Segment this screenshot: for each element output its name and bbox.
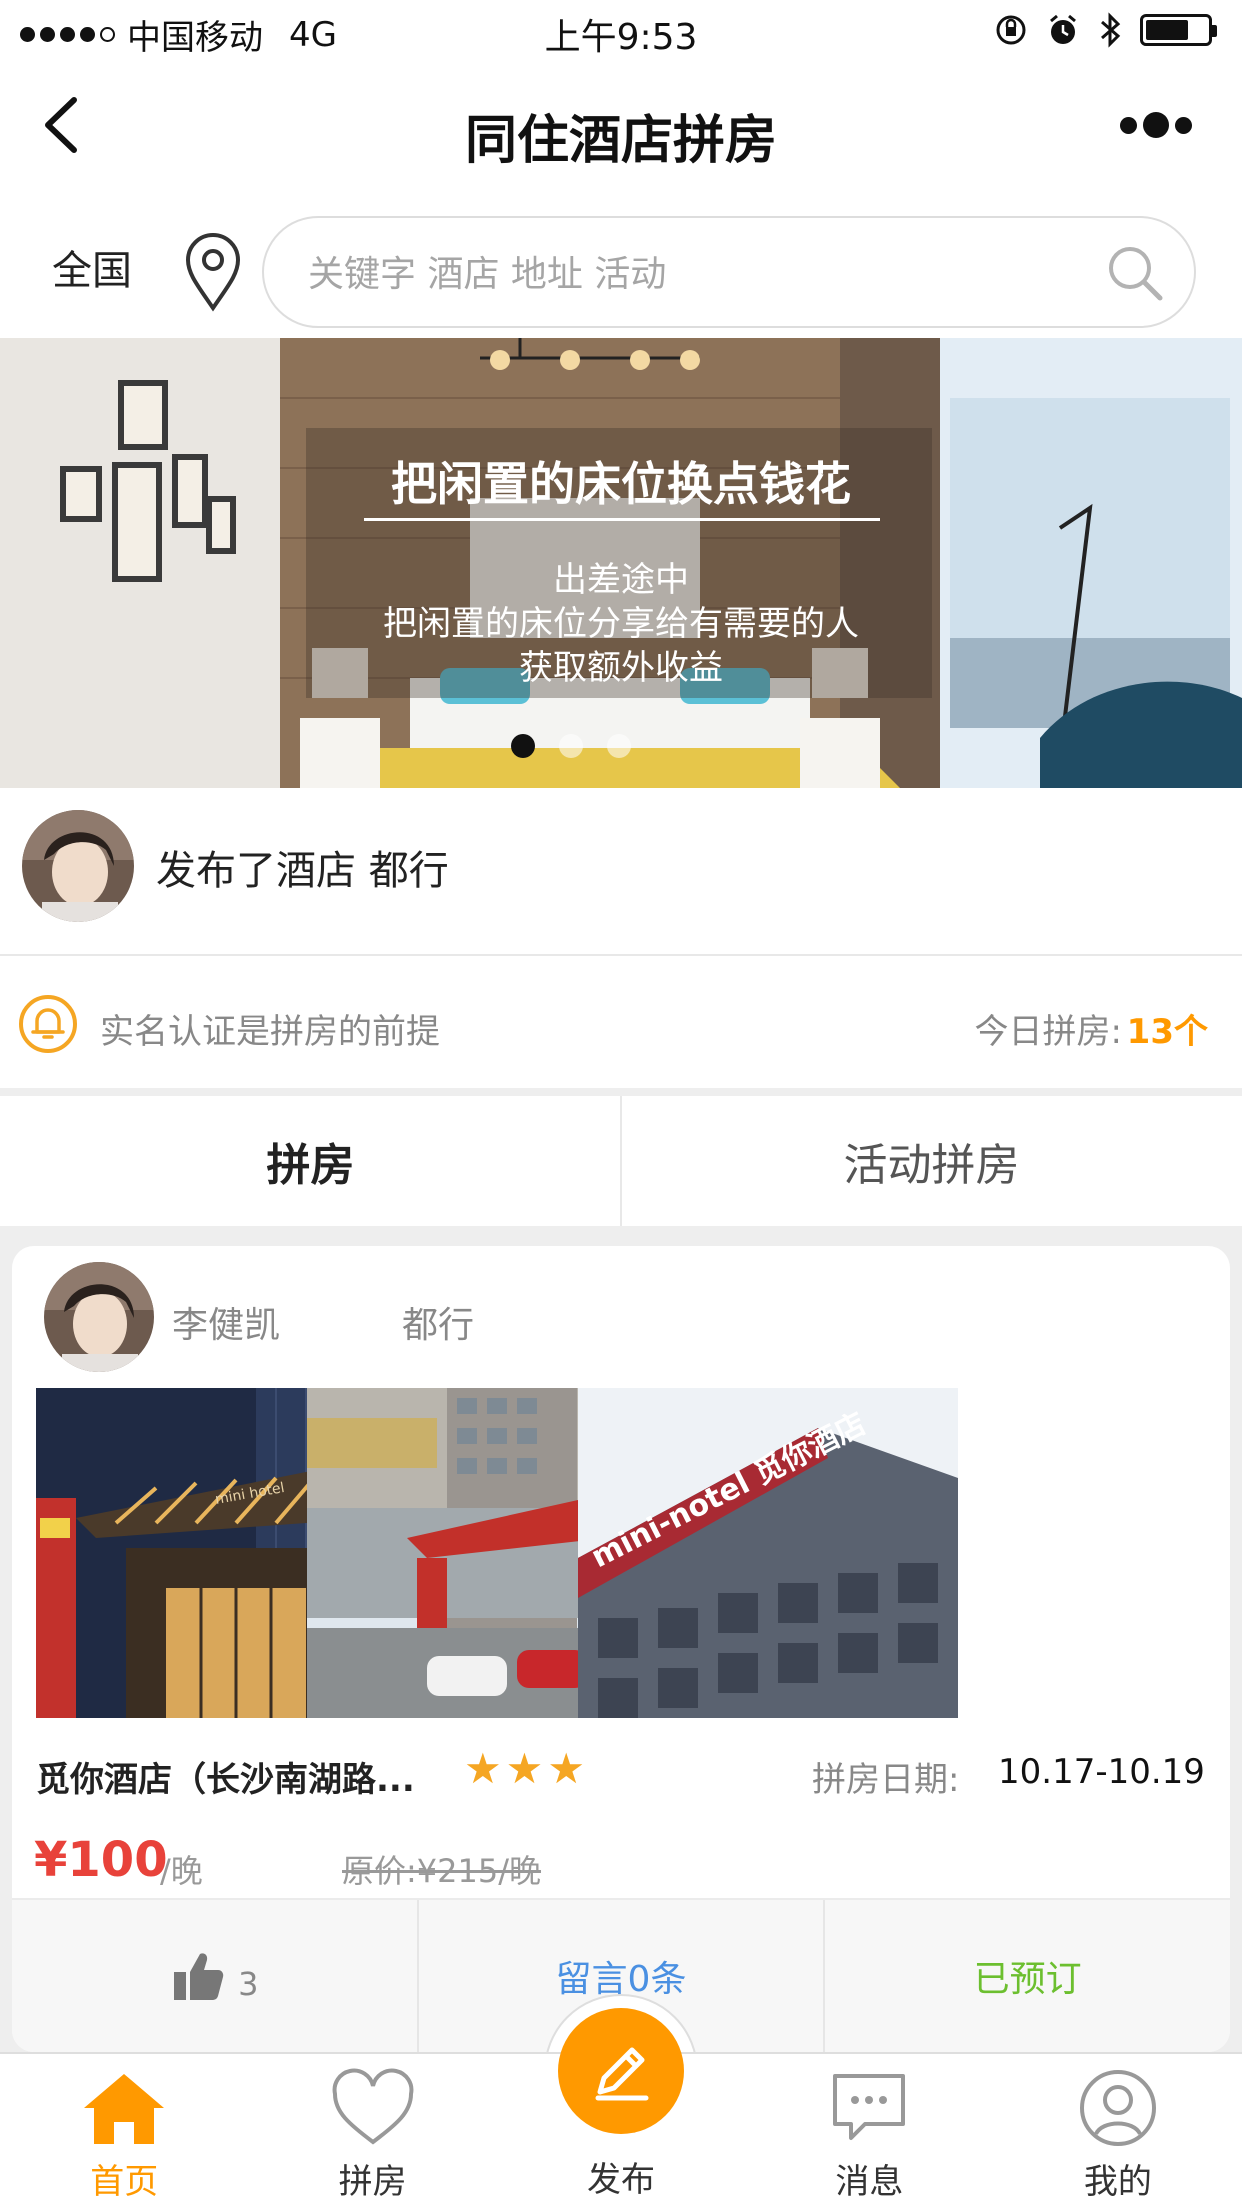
search-icon[interactable] <box>1104 242 1166 304</box>
hotel-name: 觅你酒店（长沙南湖路... <box>36 1760 415 1800</box>
carousel-dot[interactable] <box>607 734 631 758</box>
star-icon: ★ <box>464 1744 502 1793</box>
star-icon: ★ <box>547 1744 585 1793</box>
like-count: 3 <box>238 1965 259 2003</box>
search-box[interactable] <box>262 216 1196 328</box>
carousel-dot[interactable] <box>511 734 535 758</box>
banner-carousel[interactable]: 把闲置的床位换点钱花 出差途中 把闲置的床位分享给有需要的人 获取额外收益 <box>0 338 1242 788</box>
pencil-icon <box>595 2047 649 2101</box>
listing-user-name: 李健凯 <box>172 1305 281 1346</box>
banner-title: 把闲置的床位换点钱花 <box>391 457 851 511</box>
search-row: 全国 <box>0 208 1242 328</box>
heart-icon <box>332 2068 414 2145</box>
banner-line-1: 出差途中 <box>553 560 689 600</box>
search-input[interactable] <box>308 244 1088 304</box>
home-icon <box>84 2074 165 2144</box>
profile-icon <box>1079 2070 1156 2146</box>
tab-bar-top: 拼房 活动拼房 <box>0 1096 1242 1226</box>
tab-home-label: 首页 <box>90 2162 159 2202</box>
tab-profile-label: 我的 <box>1083 2162 1152 2202</box>
nav-bar: 同住酒店拼房 <box>0 62 1242 192</box>
today-count-value: 13个 <box>1126 1012 1208 1052</box>
tab-messages-label: 消息 <box>835 2162 904 2202</box>
more-icon[interactable] <box>1120 112 1192 138</box>
original-price: 原价:¥215/晚 <box>342 1852 542 1890</box>
tip-text: 实名认证是拼房的前提 <box>100 1012 440 1052</box>
carousel-indicator <box>0 734 1192 758</box>
section-divider <box>0 1088 1242 1096</box>
price-unit: /晚 <box>160 1852 203 1890</box>
tab-messages[interactable]: 消息 <box>745 2054 993 2208</box>
tab-event-room-share[interactable]: 活动拼房 <box>621 1096 1242 1226</box>
location-pin-icon[interactable] <box>178 228 248 314</box>
announcement-item[interactable]: 发布了酒店 都行 <box>0 788 1242 956</box>
publish-button[interactable] <box>558 2008 684 2134</box>
region-selector[interactable]: 全国 <box>52 238 132 296</box>
tab-room-share[interactable]: 拼房 <box>0 1096 621 1226</box>
page-title: 同住酒店拼房 <box>464 111 777 171</box>
tab-divider <box>620 1096 622 1226</box>
star-icon: ★ <box>505 1744 544 1793</box>
rotation-lock-icon <box>996 15 1026 45</box>
banner-divider <box>364 518 880 521</box>
bluetooth-icon <box>1101 12 1121 48</box>
like-button[interactable]: 3 <box>12 1900 419 2052</box>
status-right <box>994 12 1217 48</box>
tab-profile[interactable]: 我的 <box>994 2054 1242 2208</box>
banner-line-2: 把闲置的床位分享给有需要的人 <box>383 604 859 644</box>
hotel-photo[interactable]: mini-notel 觅你酒店 <box>578 1388 958 1718</box>
tab-home[interactable]: 首页 <box>0 2054 248 2208</box>
date-label: 拼房日期: <box>812 1760 960 1800</box>
banner-line-3: 获取额外收益 <box>519 648 723 688</box>
listing-card[interactable]: 李健凯 都行 mini hotel mini-notel 觅你酒店 觅你酒店（长… <box>12 1246 1230 2052</box>
bell-icon <box>19 995 77 1053</box>
avatar[interactable] <box>44 1262 154 1372</box>
avatar <box>22 810 134 922</box>
message-icon <box>833 2074 906 2140</box>
tab-publish-label: 发布 <box>587 2160 655 2200</box>
tab-room-share-label: 拼房 <box>338 2162 407 2202</box>
listing-city: 都行 <box>402 1305 475 1346</box>
thumbs-up-icon <box>174 1953 224 2000</box>
carousel-dot[interactable] <box>559 734 583 758</box>
price: ¥100 <box>34 1832 168 1888</box>
booked-status[interactable]: 已预订 <box>825 1900 1230 2052</box>
tip-row: 实名认证是拼房的前提 今日拼房: 13个 <box>0 958 1242 1088</box>
tab-room-share-nav[interactable]: 拼房 <box>248 2054 496 2208</box>
alarm-icon <box>1050 14 1076 44</box>
announcement-text: 发布了酒店 都行 <box>156 848 449 894</box>
battery-icon <box>1140 14 1217 46</box>
status-bar: 中国移动 4G 上午9:53 <box>0 0 1242 62</box>
date-value: 10.17-10.19 <box>998 1752 1205 1792</box>
star-rating: ★ ★ ★ <box>464 1748 585 1790</box>
today-count-label: 今日拼房: <box>974 1012 1122 1052</box>
